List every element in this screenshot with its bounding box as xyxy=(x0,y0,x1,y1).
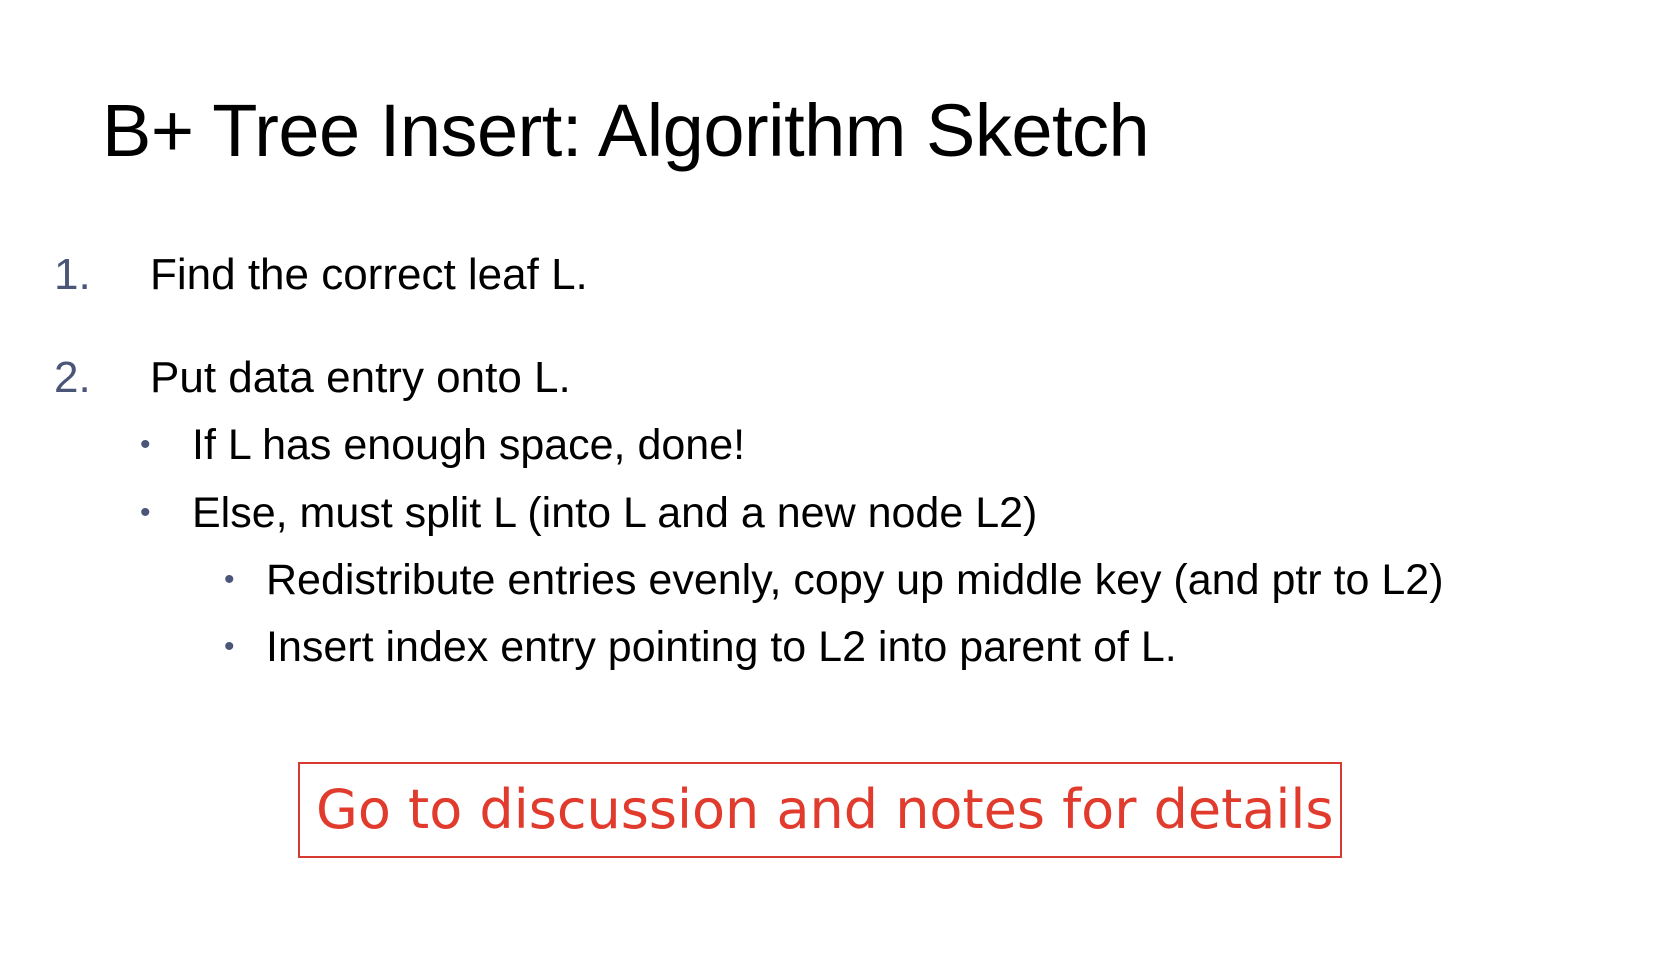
sub-bullet-text-insert-index: Insert index entry pointing to L2 into p… xyxy=(266,623,1177,671)
bullet-marker: • xyxy=(140,428,151,461)
bullet-marker: • xyxy=(140,496,151,529)
step-text-2: Put data entry onto L. xyxy=(150,353,571,402)
sub-bullet-marker: • xyxy=(224,630,235,663)
slide-title: B+ Tree Insert: Algorithm Sketch xyxy=(102,89,1150,172)
slide: B+ Tree Insert: Algorithm Sketch 1. Find… xyxy=(0,0,1672,968)
bullet-text-must-split: Else, must split L (into L and a new nod… xyxy=(192,489,1038,537)
bullet-text-enough-space: If L has enough space, done! xyxy=(192,421,746,469)
sub-bullet-text-redistribute: Redistribute entries evenly, copy up mid… xyxy=(266,556,1444,604)
callout-box: Go to discussion and notes for details xyxy=(298,762,1342,858)
step-number-1: 1. xyxy=(54,250,91,299)
step-text-1: Find the correct leaf L. xyxy=(150,250,588,299)
callout-text: Go to discussion and notes for details xyxy=(316,778,1334,841)
sub-bullet-marker: • xyxy=(224,563,235,596)
step-number-2: 2. xyxy=(54,353,91,402)
